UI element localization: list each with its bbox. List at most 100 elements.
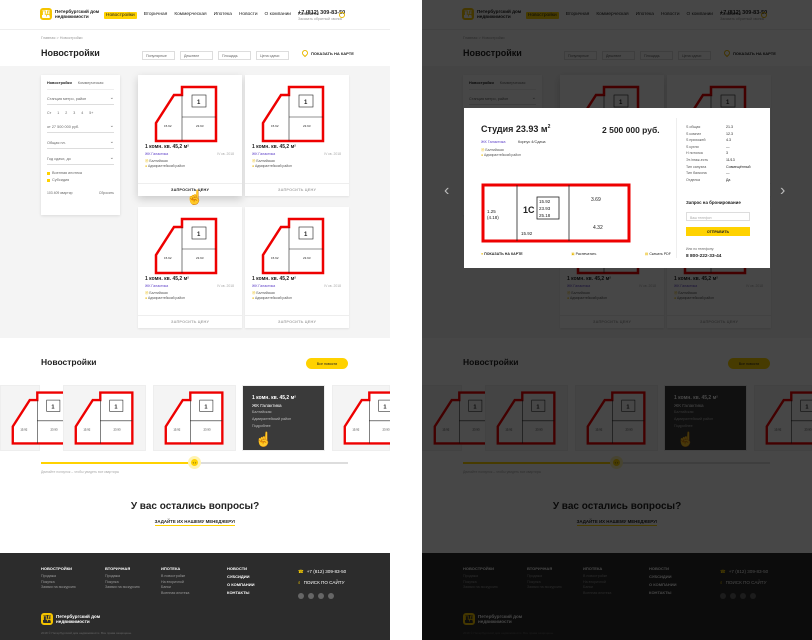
footer-link-contacts[interactable]: КОНТАКТЫ <box>227 590 255 596</box>
callback-link[interactable]: Заказать обратный звонок <box>298 17 345 21</box>
vk-icon[interactable] <box>298 593 304 599</box>
sort-popular-select[interactable]: Популярные <box>142 51 175 60</box>
sort-area-select[interactable]: Площадь <box>218 51 251 60</box>
modal-phone[interactable]: 8 800-222-33-44 <box>686 254 721 259</box>
hover-district: Адмиралтейский район <box>252 417 292 421</box>
request-price-button[interactable]: ЗАПРОСИТЬ ЦЕНУ <box>245 315 349 328</box>
print-button[interactable]: ▣ Распечатать <box>571 252 596 256</box>
reset-link[interactable]: Сбросить <box>99 191 114 195</box>
facebook-icon[interactable] <box>308 593 314 599</box>
room-option[interactable]: 2 <box>65 111 67 115</box>
show-on-map-button[interactable]: ПОКАЗАТЬ НА КАРТЕ <box>300 48 354 58</box>
room-option[interactable]: 4 <box>81 111 83 115</box>
card-district: ● Адмиралтейский район <box>145 164 185 169</box>
search-icon[interactable] <box>339 12 345 18</box>
card-title[interactable]: 1 комн. кв. 45,2 м² <box>252 144 296 150</box>
filter-tabs: Новостройки Коммерческая <box>47 81 114 90</box>
footer-phone[interactable]: ☎+7 (812) 309-83-50 <box>298 566 346 577</box>
floor-plan-image: 1 15.92 23.93 <box>74 391 134 445</box>
modal-map-link[interactable]: ● ПОКАЗАТЬ НА КАРТЕ <box>481 252 523 256</box>
apartment-card[interactable]: 1 15.92 23.93 1 комн. кв. 45,2 м² ЖК Гал… <box>138 207 242 328</box>
plan-thumbnail[interactable]: 1 15.92 23.93 <box>63 385 146 451</box>
footer-heading[interactable]: НОВОСТРОЙКИ <box>41 566 76 572</box>
card-district-name: Адмиралтейский район <box>148 164 185 168</box>
page-default-state: ПД Петербургский дом недвижимости Новост… <box>0 0 390 640</box>
footer-link[interactable]: Заявки на экскурсию <box>105 585 140 591</box>
area-select[interactable]: Общая пл. <box>47 139 114 149</box>
instagram-icon[interactable] <box>328 593 334 599</box>
checkbox-label: Субсидия <box>52 178 70 182</box>
footer-col-novostroyki: НОВОСТРОЙКИ Продажа Покупка Заявки на эк… <box>41 566 76 591</box>
page-title: Новостройки <box>41 48 100 58</box>
footer-col-misc: НОВОСТИ СУБСИДИИ О КОМПАНИИ КОНТАКТЫ <box>227 566 255 598</box>
spec-label: S кухни <box>686 144 699 149</box>
tab-commercial[interactable]: Коммерческая <box>78 81 104 85</box>
card-project[interactable]: ЖК Галактика <box>252 284 275 288</box>
prev-arrow-icon[interactable]: ‹ <box>444 182 449 200</box>
breadcrumb[interactable]: Главная > Новостройки <box>41 36 82 40</box>
card-title[interactable]: 1 комн. кв. 45,2 м² <box>252 276 296 282</box>
rooms-selector: Ст 1 2 3 4 5+ <box>47 111 114 115</box>
price-from-input[interactable]: от 27 500 000 руб. <box>47 123 114 133</box>
hover-link[interactable]: Подробнее <box>252 423 296 430</box>
send-button[interactable]: ОТПРАВИТЬ <box>686 227 750 236</box>
apartment-card[interactable]: 1 15.92 23.93 1 комн. кв. 45,2 м² ЖК Гал… <box>138 75 242 196</box>
phone-input[interactable]: Ваш телефон <box>686 212 750 221</box>
nav-item-commercial[interactable]: Коммерческая <box>174 12 206 19</box>
footer-link[interactable]: Заявки на экскурсию <box>41 585 76 591</box>
spec-label: S общая <box>686 125 701 129</box>
nav-item-secondary[interactable]: Вторичная <box>144 12 168 19</box>
room-option[interactable]: Ст <box>47 111 51 115</box>
download-pdf-button[interactable]: ▤ Скачать PDF <box>645 252 671 256</box>
request-price-button[interactable]: ЗАПРОСИТЬ ЦЕНУ <box>245 183 349 196</box>
nav-item-news[interactable]: Новости <box>239 12 258 19</box>
card-title[interactable]: 1 комн. кв. 45,2 м² <box>145 144 189 150</box>
odnoklassniki-icon[interactable] <box>318 593 324 599</box>
tab-novostroyki[interactable]: Новостройки <box>47 81 72 85</box>
request-price-button[interactable]: ЗАПРОСИТЬ ЦЕНУ <box>138 315 242 328</box>
apartment-card[interactable]: 1 15.92 23.93 1 комн. кв. 45,2 м² ЖК Гал… <box>245 207 349 328</box>
footer-search[interactable]: ⌕ПОИСК ПО САЙТУ <box>298 577 346 588</box>
plan-dimension: 23.93 <box>203 427 210 431</box>
footer-link-subsidies[interactable]: СУБСИДИИ <box>227 574 255 580</box>
footer-heading[interactable]: ВТОРИЧНАЯ <box>105 566 140 572</box>
footer-link[interactable]: Военная ипотека <box>161 591 189 597</box>
footer-heading[interactable]: ИПОТЕКА <box>161 566 189 572</box>
map-pin-icon: ● <box>481 252 484 256</box>
sort-cheaper-select[interactable]: Дешевле <box>180 51 213 60</box>
card-title[interactable]: 1 комн. кв. 45,2 м² <box>145 276 189 282</box>
print-icon: ▣ <box>571 252 575 256</box>
station-select[interactable]: Станция метро, район <box>47 95 114 105</box>
plan-thumbnail[interactable]: 1 15.92 23.93 <box>0 385 71 451</box>
modal-overlay[interactable] <box>422 0 812 640</box>
room-option[interactable]: 5+ <box>89 111 93 115</box>
card-project[interactable]: ЖК Галактика <box>252 152 275 156</box>
subsidy-checkbox[interactable]: Субсидия <box>47 178 114 182</box>
modal-project[interactable]: ЖК Галактика <box>481 140 505 144</box>
plan-dimension: 23.93 <box>50 427 57 431</box>
slider-handle[interactable]: ‹ › <box>188 456 201 469</box>
footer-logo[interactable]: ПД Петербургский дом недвижимости <box>41 613 106 625</box>
room-option[interactable]: 3 <box>73 111 75 115</box>
nav-item-about[interactable]: О компании <box>265 12 291 19</box>
footer-link-news[interactable]: НОВОСТИ <box>227 566 255 572</box>
card-project[interactable]: ЖК Галактика <box>145 284 168 288</box>
nav-item-mortgage[interactable]: Ипотека <box>214 12 232 19</box>
plan-thumbnail[interactable]: 1 15.92 23.93 <box>153 385 236 451</box>
room-option[interactable]: 1 <box>57 111 59 115</box>
plan-thumbnail[interactable]: 1 15.92 23.93 <box>332 385 390 451</box>
sort-deadline-select[interactable]: Цена сдачи <box>256 51 289 60</box>
card-project[interactable]: ЖК Галактика <box>145 152 168 156</box>
spec-value: Совмещённый <box>726 164 751 169</box>
footer-link-about[interactable]: О КОМПАНИИ <box>227 582 255 588</box>
deadline-select[interactable]: Год сдачи, до <box>47 155 114 165</box>
nav-item-novostroyki[interactable]: Новостройки <box>104 12 137 19</box>
site-logo[interactable]: ПД Петербургский дом недвижимости <box>40 8 105 20</box>
card-district: ● Адмиралтейский район <box>252 296 292 301</box>
next-arrow-icon[interactable]: › <box>780 182 785 200</box>
ask-manager-link[interactable]: ЗАДАЙТЕ ИХ НАШЕМУ МЕНЕДЖЕРУ! <box>0 519 390 526</box>
military-mortgage-checkbox[interactable]: Военная ипотека <box>47 171 114 175</box>
all-news-button[interactable]: Все новости <box>306 358 348 369</box>
apartment-card[interactable]: 1 15.92 23.93 1 комн. кв. 45,2 м² ЖК Гал… <box>245 75 349 196</box>
footer-link[interactable]: В новостройке <box>161 574 189 580</box>
